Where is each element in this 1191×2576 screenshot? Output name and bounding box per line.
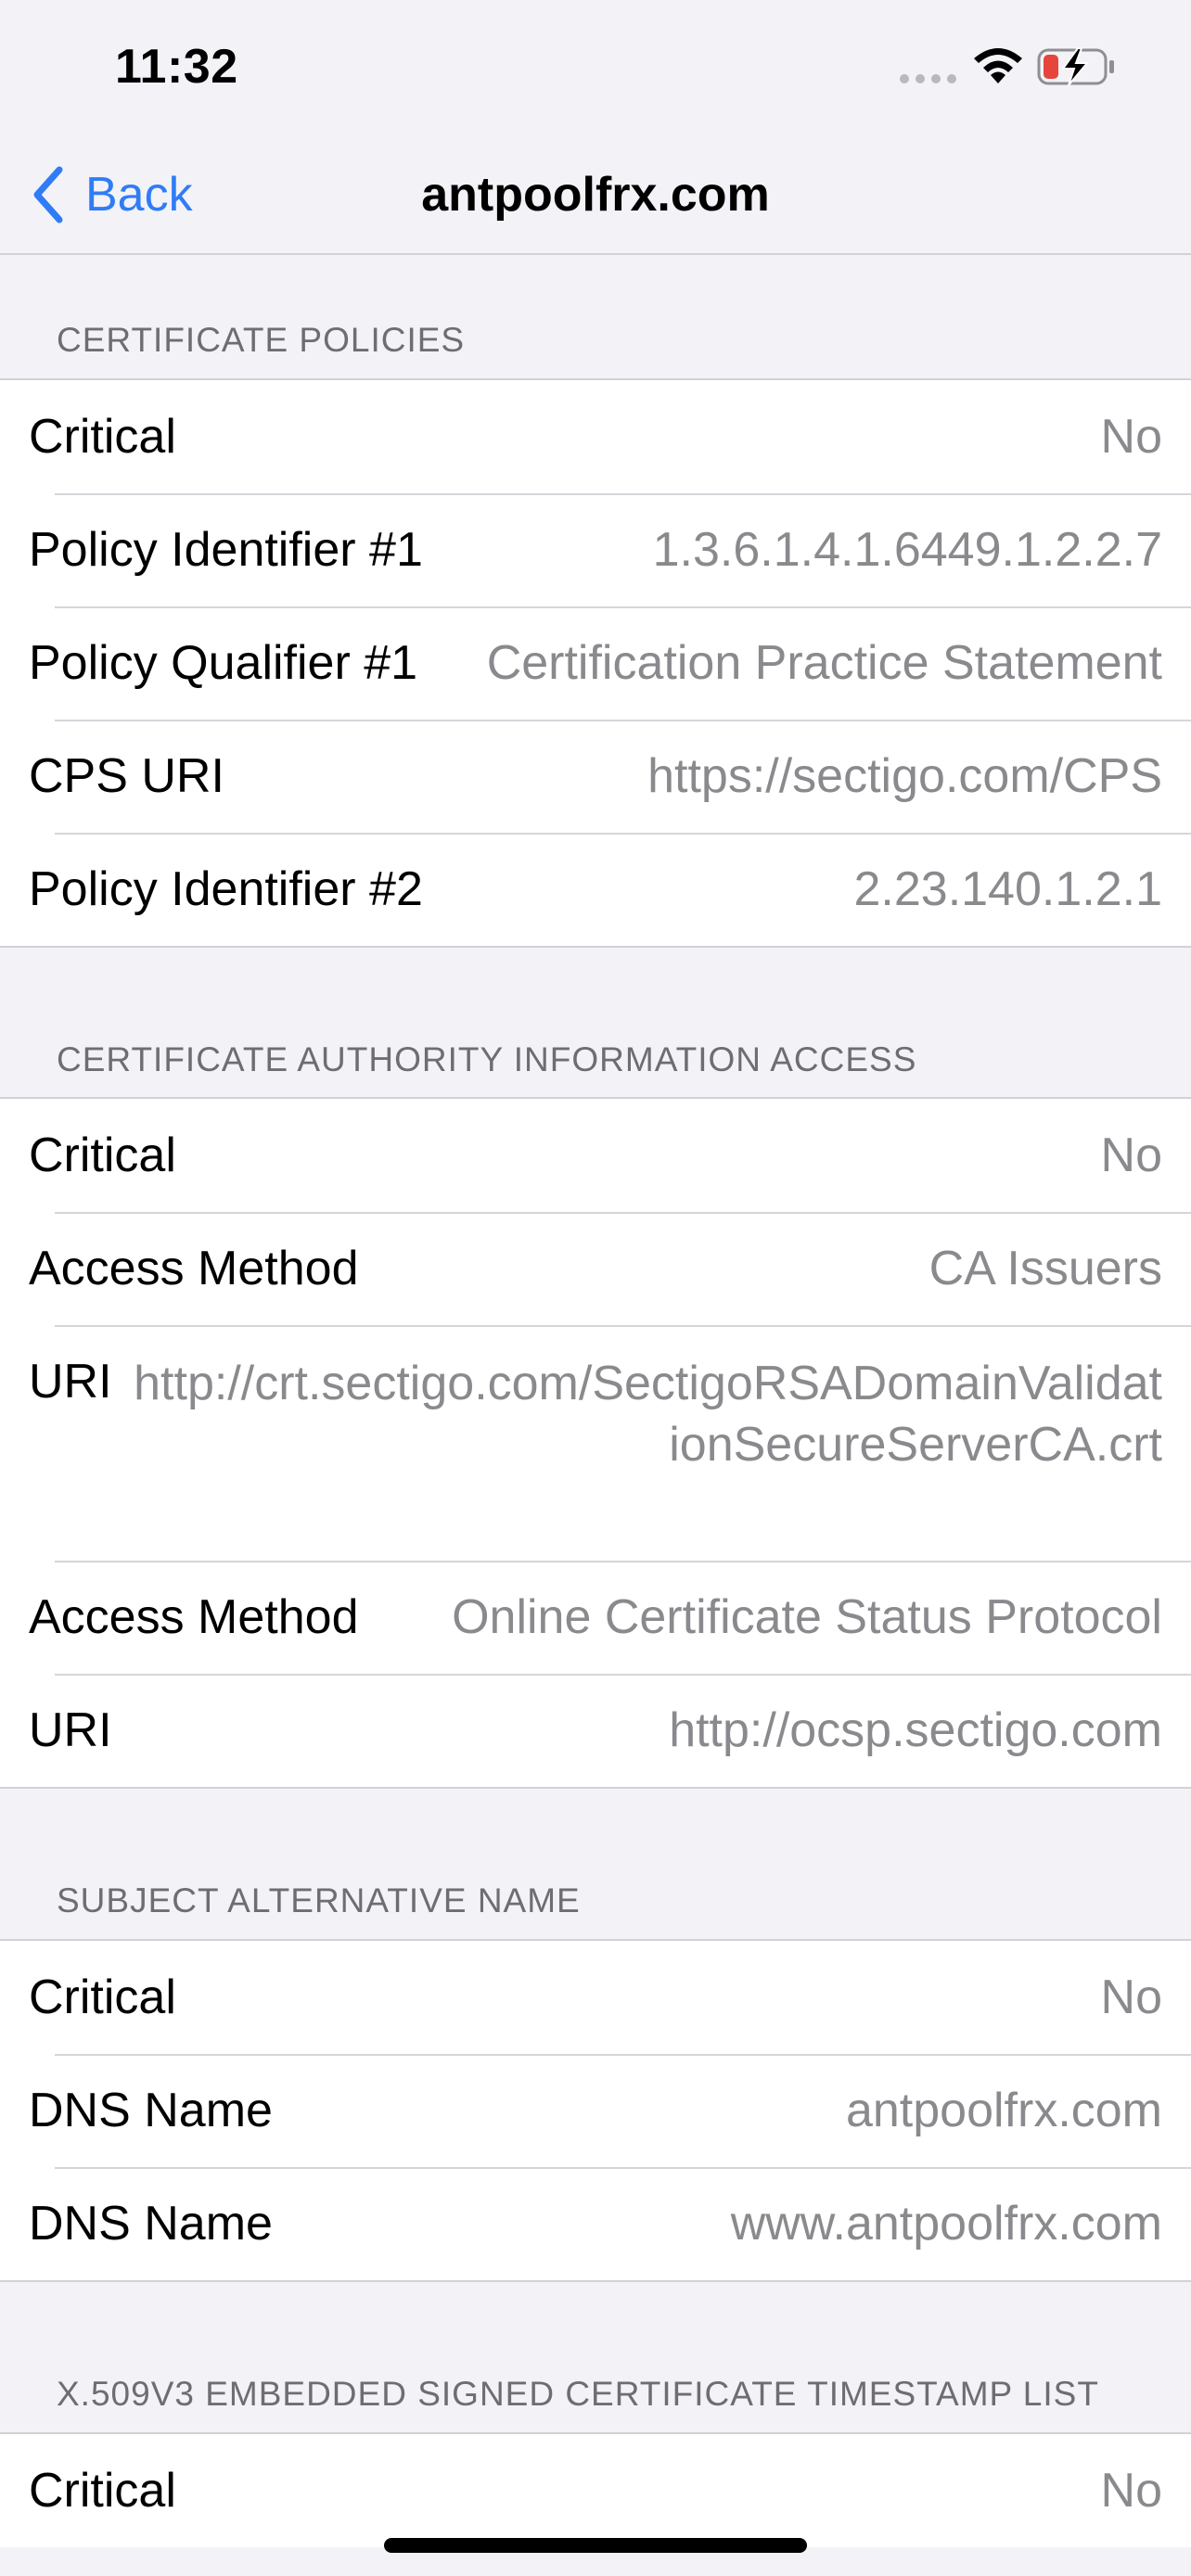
row-value: Certification Practice Statement <box>486 636 1162 690</box>
list-row: Access Method Online Certificate Status … <box>0 1561 1191 1674</box>
list-row: Policy Identifier #1 1.3.6.1.4.1.6449.1.… <box>0 493 1191 606</box>
subject-alternative-name-group: Critical No DNS Name antpoolfrx.com DNS … <box>0 1939 1191 2282</box>
list-row: Critical No <box>0 380 1191 493</box>
section-header-signed-certificate-timestamp-list: X.509V3 EMBEDDED SIGNED CERTIFICATE TIME… <box>57 2375 1099 2413</box>
status-bar: 11:32 <box>0 0 1191 139</box>
row-value: 1.3.6.1.4.1.6449.1.2.2.7 <box>652 523 1162 577</box>
row-value: antpoolfrx.com <box>845 2084 1162 2137</box>
row-label: DNS Name <box>29 2197 273 2251</box>
cellular-signal-icon <box>900 74 957 83</box>
row-label: DNS Name <box>29 2084 273 2137</box>
list-row: Policy Identifier #2 2.23.140.1.2.1 <box>0 833 1191 946</box>
list-row: Access Method CA Issuers <box>0 1212 1191 1325</box>
row-value: www.antpoolfrx.com <box>730 2197 1162 2251</box>
row-label: Access Method <box>29 1242 359 1295</box>
certificate-policies-group: Critical No Policy Identifier #1 1.3.6.1… <box>0 378 1191 948</box>
row-label: Critical <box>29 1129 176 1182</box>
section-header-certificate-policies: CERTIFICATE POLICIES <box>57 321 466 359</box>
row-value: Online Certificate Status Protocol <box>452 1590 1162 1644</box>
wifi-icon <box>974 48 1022 83</box>
list-row: Critical No <box>0 1941 1191 2054</box>
section-header-subject-alternative-name: SUBJECT ALTERNATIVE NAME <box>57 1881 581 1919</box>
row-value: No <box>1100 410 1162 464</box>
row-value: http://ocsp.sectigo.com <box>669 1703 1162 1757</box>
row-label: Policy Qualifier #1 <box>29 636 418 690</box>
row-value: https://sectigo.com/CPS <box>647 749 1162 803</box>
row-label: CPS URI <box>29 749 224 803</box>
list-row: DNS Name www.antpoolfrx.com <box>0 2167 1191 2280</box>
battery-charging-icon <box>1037 47 1114 86</box>
row-value: 2.23.140.1.2.1 <box>853 862 1162 916</box>
row-label: URI <box>29 1355 112 1409</box>
home-indicator[interactable] <box>384 2538 807 2553</box>
row-value: No <box>1100 2464 1162 2518</box>
row-value: CA Issuers <box>928 1242 1162 1295</box>
row-value: http://crt.sectigo.com/SectigoRSADomainV… <box>134 1357 1162 1472</box>
signed-certificate-timestamp-group: Critical No <box>0 2432 1191 2547</box>
row-label: Access Method <box>29 1590 359 1644</box>
row-label: Policy Identifier #2 <box>29 862 423 916</box>
list-row: URI http://crt.sectigo.com/SectigoRSADom… <box>0 1325 1191 1561</box>
list-row: DNS Name antpoolfrx.com <box>0 2054 1191 2167</box>
row-label: Policy Identifier #1 <box>29 523 423 577</box>
list-row: Critical No <box>0 2434 1191 2547</box>
list-row: Policy Qualifier #1 Certification Practi… <box>0 606 1191 720</box>
row-label: Critical <box>29 410 176 464</box>
list-row: Critical No <box>0 1099 1191 1212</box>
status-time: 11:32 <box>115 40 238 94</box>
authority-information-access-group: Critical No Access Method CA Issuers URI… <box>0 1097 1191 1789</box>
list-row: URI http://ocsp.sectigo.com <box>0 1674 1191 1787</box>
row-value: No <box>1100 1970 1162 2024</box>
row-label: Critical <box>29 2464 176 2518</box>
page-title: antpoolfrx.com <box>421 168 770 222</box>
section-header-authority-information-access: CERTIFICATE AUTHORITY INFORMATION ACCESS <box>57 1040 917 1078</box>
row-value: No <box>1100 1129 1162 1182</box>
navigation-bar: Back antpoolfrx.com <box>0 139 1191 255</box>
row-label: Critical <box>29 1970 176 2024</box>
list-row: CPS URI https://sectigo.com/CPS <box>0 720 1191 833</box>
row-label: URI <box>29 1703 112 1757</box>
